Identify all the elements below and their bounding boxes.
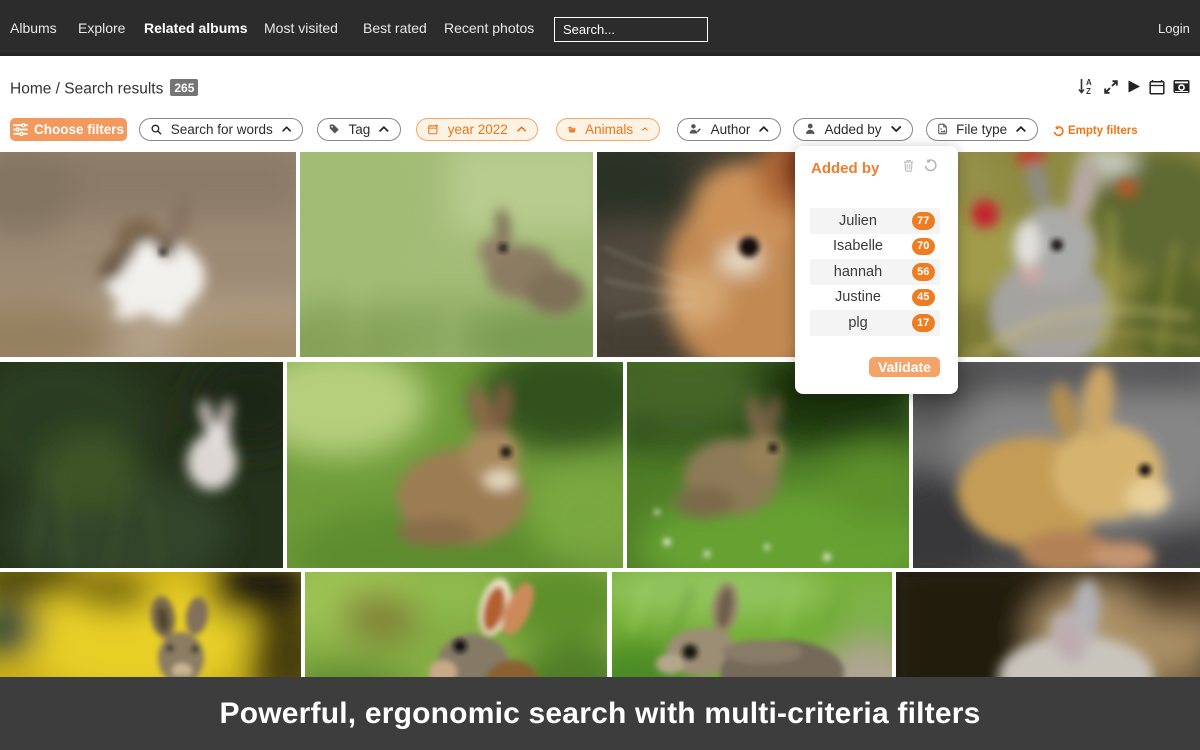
svg-text:A: A — [1086, 78, 1092, 87]
svg-text:Z: Z — [1086, 87, 1091, 95]
